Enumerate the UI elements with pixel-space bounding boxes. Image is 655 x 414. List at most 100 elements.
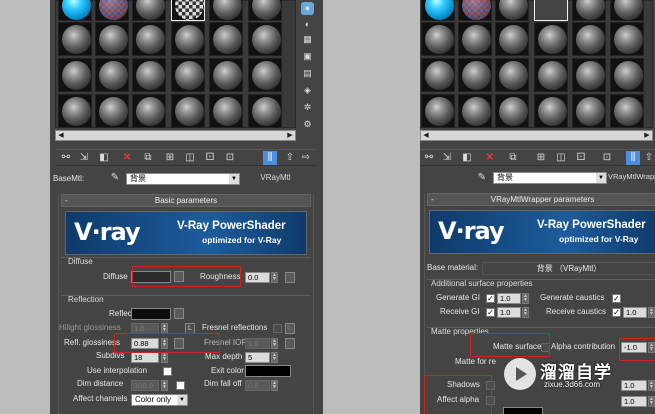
material-id-icon[interactable]: ⚀	[203, 151, 217, 165]
sample-slot[interactable]	[610, 22, 644, 56]
sample-slot[interactable]	[171, 58, 205, 92]
background-icon[interactable]: ▦	[301, 33, 314, 46]
sample-slot[interactable]	[171, 0, 205, 21]
reflection-amount-spinner[interactable]: 1.0	[621, 396, 647, 407]
fresnel-reflections-checkbox[interactable]	[273, 324, 282, 333]
sample-slot[interactable]	[95, 94, 129, 128]
select-by-material-icon[interactable]: ⚙	[301, 118, 314, 131]
receive-gi-checkbox[interactable]: ✓	[486, 308, 495, 317]
make-unique-icon[interactable]: ⊞	[163, 151, 177, 165]
collapse-icon[interactable]: -	[65, 195, 68, 206]
sample-slot[interactable]	[495, 94, 529, 128]
affect-channels-dropdown[interactable]: Color only ▼	[131, 394, 188, 406]
copy-material-icon[interactable]: ⧉	[506, 151, 520, 165]
fresnel-ior-map-button[interactable]	[285, 338, 295, 349]
dim-distance-checkbox[interactable]	[176, 381, 185, 390]
generate-gi-spinner[interactable]: 1.0	[497, 293, 521, 304]
sample-slot[interactable]	[95, 0, 129, 21]
max-depth-spinner[interactable]: 5	[245, 352, 270, 363]
use-interpolation-checkbox[interactable]	[163, 367, 172, 376]
scroll-left-icon[interactable]: ◀	[56, 131, 66, 140]
spinner-arrows-icon[interactable]: ▲ ▼	[522, 307, 529, 318]
sample-slot[interactable]	[132, 0, 166, 21]
sample-slot[interactable]	[458, 94, 492, 128]
go-to-parent-icon[interactable]: ⇧	[283, 151, 297, 165]
right-material-type-button[interactable]: VRayMtlWrapper	[608, 171, 655, 184]
backlight-icon[interactable]: ◐	[301, 18, 314, 31]
spinner-arrows-icon[interactable]: ▲ ▼	[271, 352, 278, 363]
sample-slot[interactable]	[248, 94, 282, 128]
show-end-result-icon[interactable]: ⫼	[626, 151, 640, 165]
sample-slot[interactable]	[171, 22, 205, 56]
sample-slot[interactable]	[248, 22, 282, 56]
show-map-icon[interactable]: ⊡	[223, 151, 237, 165]
chevron-down-icon[interactable]: ▼	[177, 395, 187, 405]
scroll-right-icon[interactable]: ▶	[285, 131, 295, 140]
subdivs-spinner[interactable]: 18	[131, 352, 159, 363]
reset-map-icon[interactable]: ✕	[483, 151, 497, 165]
left-material-name-field[interactable]: 背景 ▼	[126, 173, 240, 185]
sample-slot[interactable]	[495, 0, 529, 21]
sample-slot[interactable]	[95, 58, 129, 92]
roughness-spinner[interactable]: 0.0	[245, 272, 270, 283]
sample-slot[interactable]	[495, 58, 529, 92]
go-forward-sibling-icon[interactable]: ⇨	[299, 151, 313, 165]
sample-slot[interactable]	[572, 58, 606, 92]
show-end-result-icon[interactable]: ⫼	[263, 151, 277, 165]
sample-slot[interactable]	[534, 58, 568, 92]
sample-slot[interactable]	[572, 22, 606, 56]
sample-slot[interactable]	[209, 58, 243, 92]
sample-scrollbar[interactable]: ◀ ▶	[420, 130, 653, 141]
right-material-name-field[interactable]: 背景 ▼	[493, 172, 607, 184]
eyedropper-icon[interactable]: ✎	[108, 171, 122, 185]
rollout-header[interactable]: - Basic parameters	[61, 194, 311, 207]
spinner-arrows-icon[interactable]: ▲ ▼	[522, 293, 529, 304]
make-unique-icon[interactable]: ⊞	[534, 151, 548, 165]
reflect-map-button[interactable]	[174, 308, 184, 319]
sample-slot[interactable]	[421, 0, 455, 21]
video-color-icon[interactable]: ▤	[301, 67, 314, 80]
exit-color-swatch[interactable]	[245, 365, 291, 377]
make-preview-icon[interactable]: ◈	[301, 84, 314, 97]
collapse-icon[interactable]: -	[431, 194, 434, 205]
left-material-type-button[interactable]: VRayMtl	[248, 172, 303, 185]
put-to-library-icon[interactable]: ◫	[183, 151, 197, 165]
assign-material-icon[interactable]: ◧	[97, 151, 111, 165]
reflect-color-swatch[interactable]	[131, 308, 171, 320]
sample-slot[interactable]	[209, 0, 243, 21]
sample-slot[interactable]	[610, 0, 644, 21]
sample-slot[interactable]	[534, 0, 568, 21]
sample-slot[interactable]	[58, 94, 92, 128]
eyedropper-icon[interactable]: ✎	[475, 171, 489, 185]
sample-scrollbar[interactable]: ◀ ▶	[55, 130, 296, 141]
dim-falloff-spinner[interactable]: 0.0	[245, 380, 270, 391]
receive-caustics-spinner[interactable]: 1.0	[623, 307, 647, 318]
sample-slot[interactable]	[421, 58, 455, 92]
generate-gi-checkbox[interactable]: ✓	[486, 294, 495, 303]
sample-slot[interactable]	[58, 22, 92, 56]
shadow-color-swatch[interactable]	[503, 407, 543, 414]
chevron-down-icon[interactable]: ▼	[229, 174, 239, 184]
put-to-scene-icon[interactable]: ⇲	[440, 151, 454, 165]
material-id-icon[interactable]: ⚀	[574, 151, 588, 165]
copy-material-icon[interactable]: ⧉	[141, 151, 155, 165]
sample-slot[interactable]	[421, 22, 455, 56]
go-to-parent-icon[interactable]: ⇧	[642, 151, 655, 165]
get-material-icon[interactable]: ⚯	[422, 151, 436, 165]
sample-slot[interactable]	[248, 58, 282, 92]
dim-distance-spinner[interactable]: 100.0	[131, 380, 159, 391]
receive-caustics-checkbox[interactable]: ✓	[612, 308, 621, 317]
assign-material-icon[interactable]: ◧	[460, 151, 474, 165]
sample-type-icon[interactable]: ●	[301, 2, 314, 15]
sample-slot[interactable]	[132, 22, 166, 56]
spinner-arrows-icon[interactable]: ▲ ▼	[161, 380, 168, 391]
sample-slot[interactable]	[458, 58, 492, 92]
spinner-arrows-icon[interactable]: ▲ ▼	[271, 380, 278, 391]
sample-slot[interactable]	[209, 22, 243, 56]
sample-slot[interactable]	[572, 94, 606, 128]
get-material-icon[interactable]: ⚯	[59, 151, 73, 165]
put-to-library-icon[interactable]: ◫	[554, 151, 568, 165]
show-map-icon[interactable]: ⊡	[600, 151, 614, 165]
sample-slot[interactable]	[421, 94, 455, 128]
options-icon[interactable]: ✲	[301, 101, 314, 114]
